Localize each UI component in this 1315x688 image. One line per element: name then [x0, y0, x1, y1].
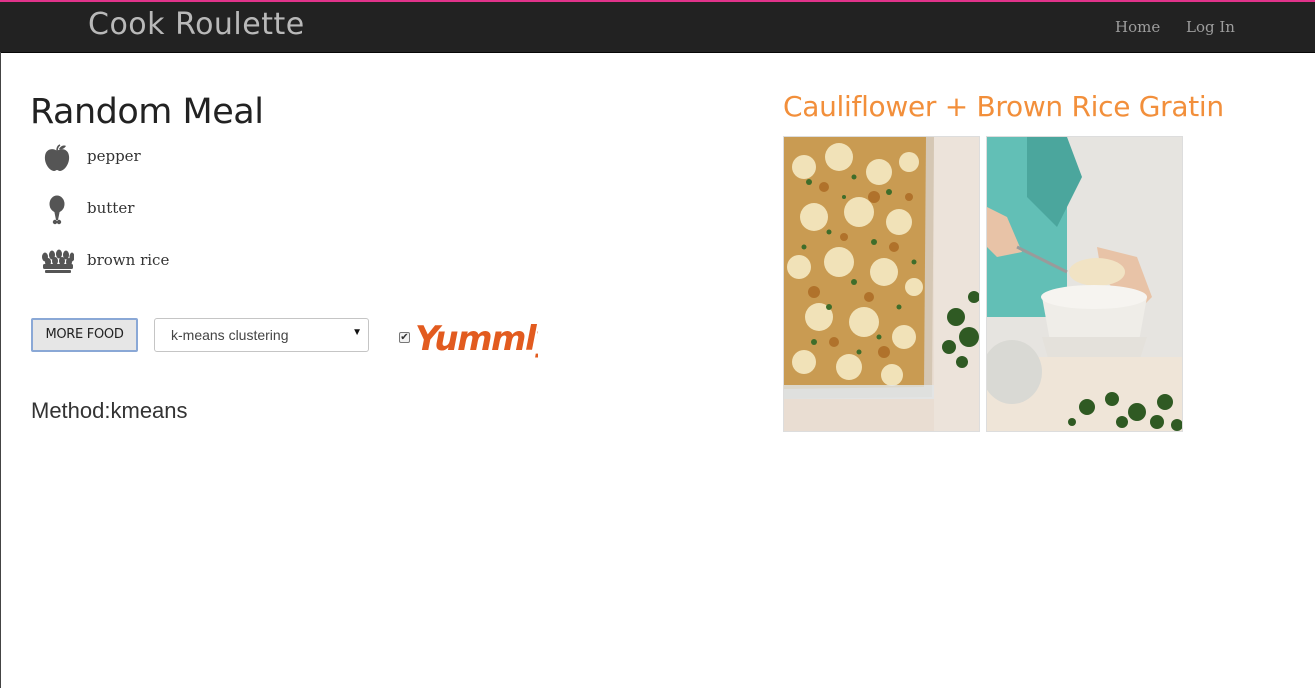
method-readout: Method:kmeans — [31, 398, 188, 424]
ingredient-label: pepper — [87, 147, 141, 165]
apple-icon — [44, 144, 70, 171]
navbar: Cook Roulette Home Log In — [0, 2, 1315, 53]
ingredient-label: brown rice — [87, 251, 170, 269]
method-label: Method: — [31, 398, 111, 423]
grain-icon — [42, 249, 74, 273]
recipe-photo-serving[interactable] — [986, 136, 1183, 432]
recipe-photo-gratin[interactable] — [783, 136, 980, 432]
more-food-button[interactable]: MORE FOOD — [31, 318, 138, 352]
gratin-dish-photo — [784, 137, 979, 431]
chevron-down-icon: ▼ — [352, 327, 362, 338]
drumstick-icon — [49, 195, 65, 225]
yummly-logo: Yummly — [415, 319, 538, 359]
nav-home-link[interactable]: Home — [1115, 18, 1160, 36]
recipe-title[interactable]: Cauliflower + Brown Rice Gratin — [783, 90, 1224, 123]
method-value: kmeans — [110, 398, 188, 423]
brand-logo[interactable]: Cook Roulette — [88, 7, 305, 42]
yummly-logo-text: Yummly — [415, 319, 538, 359]
page-border — [0, 52, 1, 688]
method-select[interactable]: k-means clustering ▼ — [154, 318, 369, 352]
serving-bowl-photo — [987, 137, 1182, 431]
method-select-value: k-means clustering — [171, 327, 289, 343]
page-title: Random Meal — [30, 92, 264, 132]
yummly-checkbox[interactable]: ✔ — [399, 332, 410, 343]
ingredient-label: butter — [87, 199, 135, 217]
nav-login-link[interactable]: Log In — [1186, 18, 1235, 36]
